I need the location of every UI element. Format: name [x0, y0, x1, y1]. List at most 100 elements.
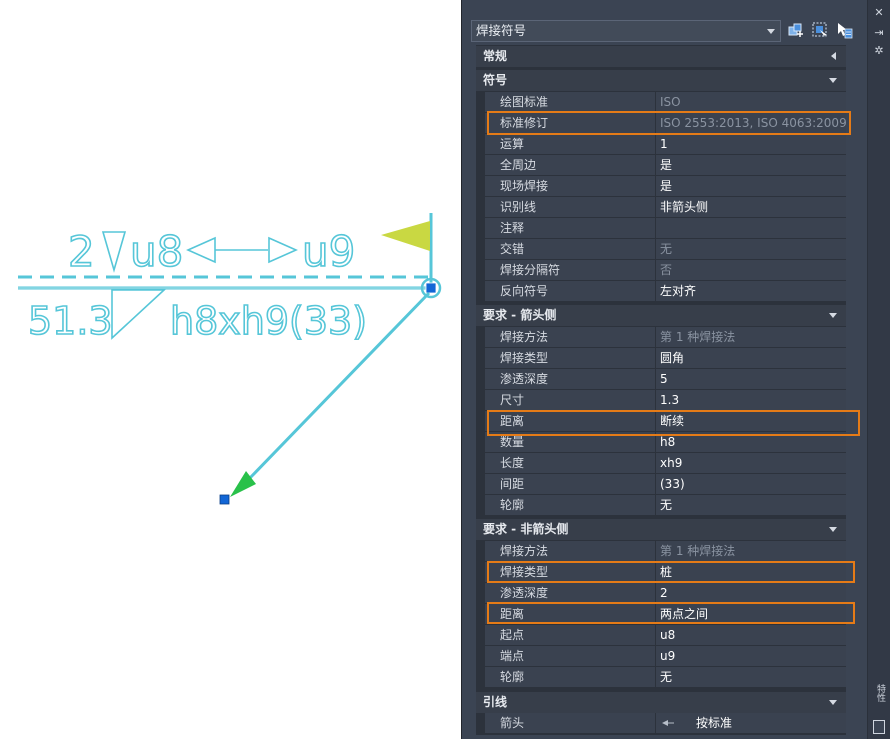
property-label: 反向符号 — [485, 281, 655, 301]
property-value[interactable]: 1.3 — [656, 390, 846, 410]
property-label: 轮廓 — [485, 495, 655, 515]
property-row[interactable]: 焊接方法第 1 种焊接法 — [476, 327, 846, 348]
property-row[interactable]: 焊接类型 圆角 — [476, 348, 846, 369]
select-objects-icon[interactable] — [811, 21, 829, 39]
property-row[interactable]: 箭头 按标准 — [476, 713, 846, 734]
grip-arrow-end[interactable] — [219, 494, 230, 505]
property-label: 长度 — [485, 453, 655, 473]
property-label: 焊接分隔符 — [485, 260, 655, 280]
property-row[interactable]: 轮廓无 — [476, 667, 846, 688]
toggle-pickadd-icon[interactable] — [835, 21, 853, 39]
arrow-side-size-text: 51.3 — [28, 299, 113, 343]
property-value[interactable]: xh9 — [656, 453, 846, 473]
property-value[interactable]: ISO — [656, 92, 846, 112]
property-value[interactable]: (33) — [656, 474, 846, 494]
property-label: 现场焊接 — [485, 176, 655, 196]
property-row[interactable]: 尺寸 1.3 — [476, 390, 846, 411]
highlight-other-side-distance — [487, 602, 855, 624]
close-icon[interactable]: ✕ — [872, 6, 886, 20]
grip-reference-end[interactable] — [425, 282, 437, 294]
property-label: 焊接方法 — [485, 327, 655, 347]
chevron-left-icon — [831, 52, 836, 60]
property-value[interactable]: 是 — [656, 176, 846, 196]
property-grid: 常规 符号 绘图标准 ISO 标准修订 ISO 2553:2013, ISO 4063… — [476, 45, 846, 735]
property-label: 交错 — [485, 239, 655, 259]
property-row[interactable]: 焊接方法第 1 种焊接法 — [476, 541, 846, 562]
property-row[interactable]: 交错无 — [476, 239, 846, 260]
chevron-down-icon — [767, 29, 775, 34]
property-row[interactable]: 全周边是 — [476, 155, 846, 176]
chevron-down-icon — [829, 527, 837, 532]
properties-palette-icon[interactable] — [873, 720, 885, 734]
property-row[interactable]: 反向符号 左对齐 — [476, 281, 846, 302]
chevron-down-icon — [829, 313, 837, 318]
highlight-arrow-side-distance — [487, 410, 860, 436]
property-row[interactable]: 现场焊接是 — [476, 176, 846, 197]
property-row[interactable]: 端点 u9 — [476, 646, 846, 667]
property-row[interactable]: 起点 u8 — [476, 625, 846, 646]
between-left-arrow-icon — [186, 236, 216, 264]
property-label: 识别线 — [485, 197, 655, 217]
section-arrow-side-label: 要求 - 箭头侧 — [483, 308, 557, 322]
section-general[interactable]: 常规 — [476, 46, 846, 67]
field-weld-flag-icon — [381, 221, 430, 251]
property-value[interactable]: 2 — [656, 583, 846, 603]
property-value[interactable]: 5 — [656, 369, 846, 389]
property-row[interactable]: 长度 xh9 — [476, 453, 846, 474]
property-value[interactable]: 非箭头侧 — [656, 197, 846, 217]
quick-select-icon[interactable] — [787, 21, 805, 39]
section-symbol[interactable]: 符号 — [476, 70, 846, 91]
property-row[interactable]: 间距 (33) — [476, 474, 846, 495]
property-value[interactable]: u9 — [656, 646, 846, 666]
settings-icon[interactable]: ✲ — [872, 44, 886, 58]
drawing-canvas[interactable]: 2 u8 u9 51.3 h8xh9(33) — [0, 0, 460, 739]
property-label: 绘图标准 — [485, 92, 655, 112]
property-value[interactable]: 是 — [656, 155, 846, 175]
property-value[interactable]: 按标准 — [656, 713, 846, 733]
property-label: 全周边 — [485, 155, 655, 175]
property-row[interactable]: 渗透深度 5 — [476, 369, 846, 390]
property-value[interactable]: 无 — [656, 239, 846, 259]
property-row[interactable]: 识别线 非箭头侧 — [476, 197, 846, 218]
section-leader[interactable]: 引线 — [476, 692, 846, 713]
object-type-dropdown[interactable]: 焊接符号 — [471, 20, 781, 42]
property-row[interactable]: 运算 1 — [476, 134, 846, 155]
arrowhead-type-icon — [662, 720, 674, 726]
property-value[interactable]: 第 1 种焊接法 — [656, 541, 846, 561]
property-row[interactable]: 轮廓无 — [476, 495, 846, 516]
property-value[interactable]: 无 — [656, 667, 846, 687]
property-label: 尺寸 — [485, 390, 655, 410]
property-value[interactable]: 无 — [656, 495, 846, 515]
property-value[interactable]: 左对齐 — [656, 281, 846, 301]
property-value[interactable] — [656, 218, 846, 238]
section-other-side[interactable]: 要求 - 非箭头侧 — [476, 519, 846, 540]
chevron-down-icon — [829, 78, 837, 83]
chevron-down-icon — [829, 700, 837, 705]
properties-palette: 焊接符号 ✕ ⇥ ✲ 特性 常规 符号 绘图标准 ISO 标准修订 ISO 2553:… — [461, 0, 890, 739]
property-label: 轮廓 — [485, 667, 655, 687]
property-value[interactable]: 否 — [656, 260, 846, 280]
property-value[interactable]: 圆角 — [656, 348, 846, 368]
property-label: 箭头 — [485, 713, 655, 733]
property-value[interactable]: 1 — [656, 134, 846, 154]
section-leader-label: 引线 — [483, 695, 508, 709]
other-side-penetration-text: 2 — [68, 227, 95, 276]
section-arrow-side[interactable]: 要求 - 箭头侧 — [476, 305, 846, 326]
property-label: 运算 — [485, 134, 655, 154]
palette-tab-label[interactable]: 特性 — [871, 680, 887, 706]
property-row[interactable]: 渗透深度 2 — [476, 583, 846, 604]
property-label: 起点 — [485, 625, 655, 645]
pin-icon[interactable]: ⇥ — [872, 26, 886, 40]
property-row[interactable]: 注释 — [476, 218, 846, 239]
property-label: 渗透深度 — [485, 583, 655, 603]
property-label: 间距 — [485, 474, 655, 494]
property-value[interactable]: 第 1 种焊接法 — [656, 327, 846, 347]
section-symbol-label: 符号 — [483, 73, 508, 87]
property-row[interactable]: 绘图标准 ISO — [476, 92, 846, 113]
highlight-other-side-weld-type — [487, 561, 855, 583]
property-value[interactable]: u8 — [656, 625, 846, 645]
palette-title-strip[interactable]: ✕ ⇥ ✲ 特性 — [867, 0, 890, 739]
other-side-start-text: u8 — [130, 227, 183, 276]
property-row[interactable]: 焊接分隔符否 — [476, 260, 846, 281]
property-value-text: 按标准 — [696, 716, 733, 730]
